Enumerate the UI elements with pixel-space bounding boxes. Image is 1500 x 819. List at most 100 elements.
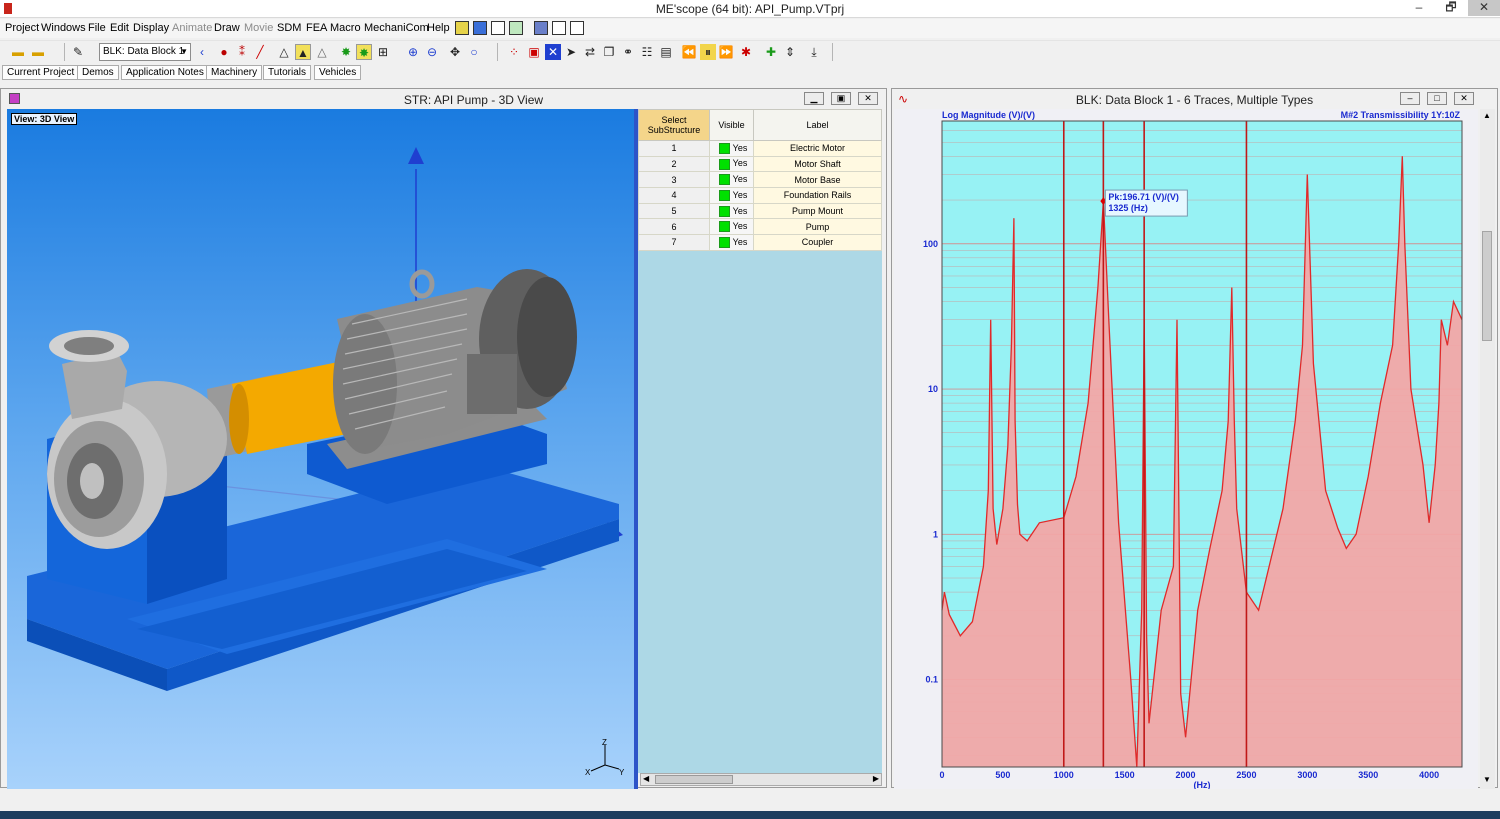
row-number[interactable]: 7	[638, 234, 710, 251]
row-number[interactable]: 6	[638, 218, 710, 236]
3d-viewport[interactable]: View: 3D View Z X Y	[7, 109, 634, 789]
menu-windows[interactable]: Windows	[41, 22, 86, 34]
visible-cell[interactable]: Yes	[709, 155, 754, 173]
row-number[interactable]: 1	[638, 140, 710, 157]
column-header-visible[interactable]: Visible	[709, 109, 754, 141]
row-number[interactable]: 3	[638, 171, 710, 189]
link-vehicles[interactable]: Vehicles	[314, 65, 362, 80]
menu-project[interactable]: Project	[5, 22, 39, 34]
exit-view-icon[interactable]	[570, 21, 584, 35]
line-icon[interactable]: ╱	[252, 44, 268, 60]
column-header-select[interactable]: Select SubStructure	[638, 109, 710, 141]
table-row[interactable]: 1 Yes Electric Motor	[638, 140, 882, 157]
menu-display[interactable]: Display	[133, 22, 169, 34]
scatter-icon[interactable]: ⁘	[506, 44, 522, 60]
column-header-label[interactable]: Label	[753, 109, 882, 141]
menu-sdm[interactable]: SDM	[277, 22, 301, 34]
grid-select-icon[interactable]: ⊞	[375, 44, 391, 60]
zoom-out-icon[interactable]: ⊖	[424, 44, 440, 60]
pointer-icon[interactable]: ➤	[563, 44, 579, 60]
triangle-fill-icon[interactable]: ▲	[295, 44, 311, 60]
close-button[interactable]: ✕	[858, 92, 878, 105]
animate-settings-icon[interactable]: ✱	[738, 44, 754, 60]
save-icon[interactable]	[534, 21, 548, 35]
window-icon[interactable]	[509, 21, 523, 35]
triangle-grey-icon[interactable]: △	[314, 44, 330, 60]
link-demos[interactable]: Demos	[77, 65, 119, 80]
tile-icon[interactable]	[473, 21, 487, 35]
table-icon[interactable]: ☷	[639, 44, 655, 60]
minimize-button[interactable]: ▁	[804, 92, 824, 105]
frame-icon[interactable]: ▣	[526, 44, 542, 60]
visible-cell[interactable]: Yes	[709, 202, 754, 220]
menu-animate[interactable]: Animate	[172, 22, 212, 34]
table-row[interactable]: 4 Yes Foundation Rails	[638, 187, 882, 204]
minimize-button[interactable]: –	[1400, 92, 1420, 105]
pause-icon[interactable]: ⏸	[700, 44, 716, 60]
menu-mechanicom[interactable]: MechaniCom	[364, 22, 429, 34]
scroll-up-icon[interactable]: ▲	[1483, 111, 1491, 120]
close-button[interactable]: ✕	[1454, 92, 1474, 105]
menu-draw[interactable]: Draw	[214, 22, 240, 34]
maximize-button[interactable]: ▣	[831, 92, 851, 105]
scrollbar-thumb[interactable]	[655, 775, 733, 784]
amplitude-icon[interactable]: ⇕	[782, 44, 798, 60]
transmissibility-chart[interactable]: 0.11101000 500 1000 1500 2000 2500 3000 3500 400…	[894, 109, 1478, 790]
row-number[interactable]: 5	[638, 202, 710, 220]
menu-movie[interactable]: Movie	[244, 22, 273, 34]
visible-cell[interactable]: Yes	[709, 140, 754, 157]
triangle-outline-icon[interactable]: △	[276, 44, 292, 60]
copy-icon[interactable]: ❐	[601, 44, 617, 60]
minimize-button[interactable]: –	[1404, 0, 1434, 16]
point-icon[interactable]: ●	[216, 44, 232, 60]
table-row[interactable]: 6 Yes Pump	[638, 218, 882, 236]
block-selector[interactable]: BLK: Data Block 1 ▼	[99, 43, 191, 61]
close-button[interactable]: ✕	[1468, 0, 1500, 16]
visible-cell[interactable]: Yes	[709, 234, 754, 251]
link-tutorials[interactable]: Tutorials	[263, 65, 311, 80]
menu-macro[interactable]: Macro	[330, 22, 361, 34]
scroll-right-icon[interactable]: ▶	[873, 774, 879, 783]
open-folder-icon[interactable]: ▬	[10, 44, 26, 60]
label-cell[interactable]: Motor Base	[753, 171, 882, 189]
restore-button[interactable]: 🗗	[1436, 0, 1466, 16]
menu-file[interactable]: File	[88, 22, 106, 34]
menu-fea[interactable]: FEA	[306, 22, 327, 34]
visible-cell[interactable]: Yes	[709, 187, 754, 204]
horizontal-scrollbar[interactable]: ◀ ▶	[640, 773, 882, 786]
table-row[interactable]: 7 Yes Coupler	[638, 234, 882, 251]
move-icon[interactable]: ✥	[447, 44, 463, 60]
grid-icon[interactable]	[491, 21, 505, 35]
link-current-project[interactable]: Current Project	[2, 65, 80, 80]
link-machinery[interactable]: Machinery	[206, 65, 263, 80]
display-icon[interactable]: ▤	[658, 44, 674, 60]
link-icon[interactable]: ⚭	[620, 44, 636, 60]
rewind-icon[interactable]: ⏪	[681, 44, 697, 60]
menu-edit[interactable]: Edit	[110, 22, 129, 34]
number-point-icon[interactable]: ⁑	[234, 44, 250, 60]
link-application-notes[interactable]: Application Notes	[121, 65, 209, 80]
plot-area[interactable]: 0.1 1 10 100 0 500 1000 1500 2000 2500 3000 3500 400…	[894, 109, 1478, 790]
chevron-left-icon[interactable]: ‹	[194, 44, 210, 60]
maximize-button[interactable]: □	[1427, 92, 1447, 105]
visible-cell[interactable]: Yes	[709, 171, 754, 189]
star-green-icon[interactable]: ✸	[338, 44, 354, 60]
row-number[interactable]: 2	[638, 155, 710, 173]
chart-icon[interactable]	[455, 21, 469, 35]
arrows-icon[interactable]: ⇄	[582, 44, 598, 60]
row-number[interactable]: 4	[638, 187, 710, 204]
scroll-left-icon[interactable]: ◀	[643, 774, 649, 783]
scrollbar-thumb[interactable]	[1482, 231, 1492, 341]
rotate-icon[interactable]: ○	[466, 44, 482, 60]
fast-forward-icon[interactable]: ⏩	[718, 44, 734, 60]
mark-icon[interactable]: ✕	[545, 44, 561, 60]
vertical-scrollbar[interactable]: ▲ ▼	[1480, 109, 1495, 789]
zoom-in-icon[interactable]: ⊕	[405, 44, 421, 60]
export-icon[interactable]: ⤓	[806, 44, 822, 60]
visible-cell[interactable]: Yes	[709, 218, 754, 236]
label-cell[interactable]: Foundation Rails	[753, 187, 882, 204]
label-cell[interactable]: Coupler	[753, 234, 882, 251]
plus-icon[interactable]: ✚	[763, 44, 779, 60]
star-selected-icon[interactable]: ✸	[356, 44, 372, 60]
label-cell[interactable]: Pump Mount	[753, 202, 882, 220]
